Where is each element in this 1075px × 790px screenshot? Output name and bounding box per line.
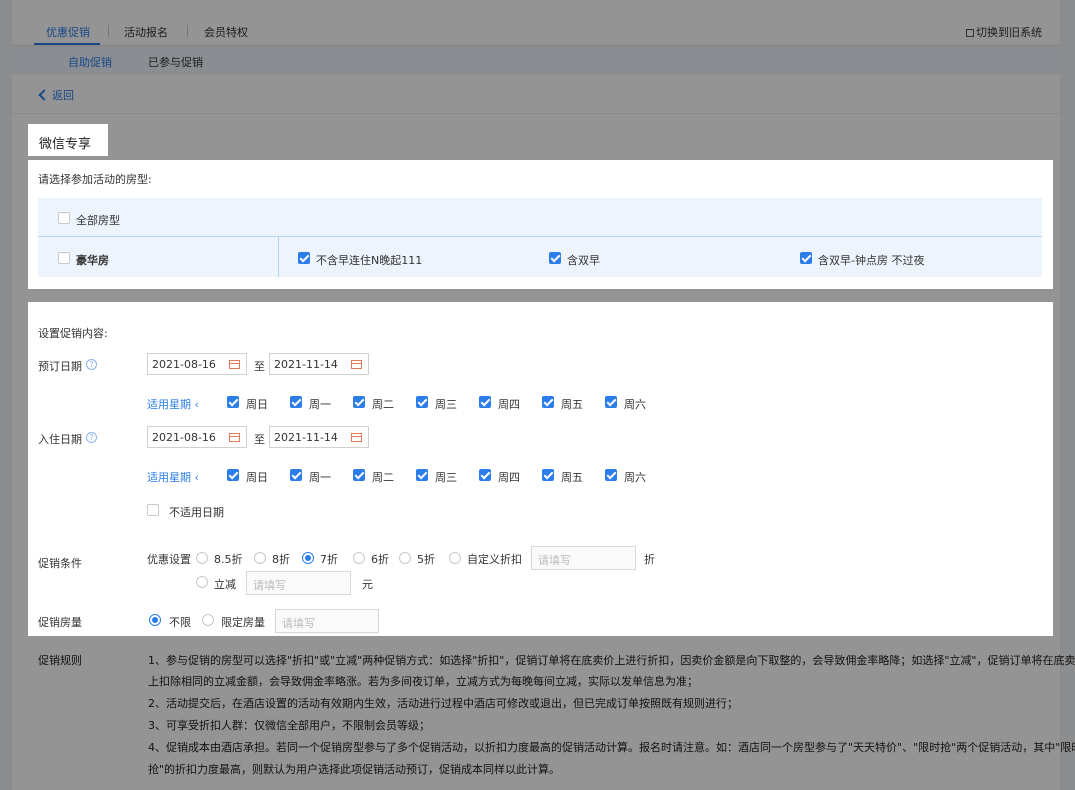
weekday-checkbox[interactable] [416, 396, 428, 408]
exclude-dates-label: 不适用日期 [169, 506, 224, 519]
limited-radio[interactable] [202, 614, 214, 626]
divider [278, 237, 279, 277]
reduce-label: 立减 [214, 578, 236, 591]
room-type-label: 请选择参加活动的房型: [38, 173, 152, 186]
weekday-label: 周四 [498, 398, 520, 411]
to-label: 至 [254, 433, 265, 446]
booking-date-label: 预订日期 [38, 360, 82, 373]
checkin-date-label: 入住日期 [38, 433, 82, 446]
weekday-checkbox[interactable] [353, 469, 365, 481]
weekday-checkbox[interactable] [290, 396, 302, 408]
weekday-checkbox[interactable] [605, 396, 617, 408]
weekday-checkbox[interactable] [290, 469, 302, 481]
custom-discount-input[interactable]: 请填写 [531, 546, 636, 570]
room-name: 豪华房 [76, 254, 109, 267]
discount-radio[interactable] [449, 552, 461, 564]
weekday-checkbox[interactable] [542, 469, 554, 481]
discount-option-label: 自定义折扣 [467, 553, 522, 566]
room-type-box: 全部房型 豪华房 不含早连住N晚起111 含双早 含双早-钟点房 不过夜 [38, 198, 1042, 277]
weekday-checkbox[interactable] [605, 469, 617, 481]
weekday-checkbox[interactable] [479, 469, 491, 481]
weekday-label: 周日 [246, 398, 268, 411]
discount-option-label: 7折 [320, 553, 338, 566]
reduce-amount-input[interactable]: 请填写 [246, 571, 351, 595]
weekday-label: 周一 [309, 398, 331, 411]
booking-end-date[interactable]: 2021-11-14 [269, 353, 369, 375]
discount-option-label: 5折 [417, 553, 435, 566]
rate-checkbox[interactable] [549, 252, 561, 264]
weekday-label: 周三 [435, 471, 457, 484]
weekday-toggle[interactable]: 适用星期 ‹ [147, 396, 199, 412]
weekday-checkbox[interactable] [227, 469, 239, 481]
zhe-unit: 折 [644, 553, 655, 566]
yuan-unit: 元 [362, 578, 373, 591]
rate-label: 不含早连住N晚起111 [316, 254, 423, 267]
date-value: 2021-08-16 [152, 431, 216, 444]
rate-label: 含双早-钟点房 不过夜 [818, 254, 925, 267]
rate-label: 含双早 [567, 254, 600, 267]
date-value: 2021-08-16 [152, 358, 216, 371]
all-rooms-label: 全部房型 [76, 214, 120, 227]
date-value: 2021-11-14 [274, 431, 338, 444]
calendar-icon [229, 433, 240, 442]
rate-checkbox[interactable] [298, 252, 310, 264]
weekday-label: 周四 [498, 471, 520, 484]
discount-option-label: 6折 [371, 553, 389, 566]
all-rooms-checkbox[interactable] [58, 212, 70, 224]
calendar-icon [229, 360, 240, 369]
discount-option-label: 8.5折 [214, 553, 243, 566]
weekday-checkbox[interactable] [353, 396, 365, 408]
weekday-checkbox[interactable] [542, 396, 554, 408]
weekday-label: 周六 [624, 398, 646, 411]
unlimited-label: 不限 [169, 616, 191, 629]
discount-option-label: 8折 [272, 553, 290, 566]
weekday-label: 适用星期 [147, 398, 191, 411]
room-type-panel: 请选择参加活动的房型: 全部房型 豪华房 不含早连住N晚起111 含双早 含双早… [28, 160, 1053, 289]
weekday-label: 周二 [372, 398, 394, 411]
room-qty-input[interactable]: 请填写 [275, 609, 379, 633]
condition-label: 促销条件 [38, 557, 82, 570]
calendar-icon [351, 360, 362, 369]
discount-setting-label: 优惠设置 [147, 553, 191, 566]
weekday-checkbox[interactable] [416, 469, 428, 481]
weekday-label: 周一 [309, 471, 331, 484]
weekday-label: 周日 [246, 471, 268, 484]
calendar-icon [351, 433, 362, 442]
promo-title: 微信专享 [28, 124, 108, 156]
help-icon[interactable]: ? [86, 432, 97, 443]
discount-radio[interactable] [353, 552, 365, 564]
limited-label: 限定房量 [221, 616, 265, 629]
discount-radio[interactable] [302, 552, 314, 564]
date-value: 2021-11-14 [274, 358, 338, 371]
unlimited-radio[interactable] [149, 614, 161, 626]
discount-radio[interactable] [399, 552, 411, 564]
checkin-end-date[interactable]: 2021-11-14 [269, 426, 369, 448]
help-icon[interactable]: ? [86, 359, 97, 370]
weekday-label: 周三 [435, 398, 457, 411]
rate-checkbox[interactable] [800, 252, 812, 264]
weekday-label: 周二 [372, 471, 394, 484]
discount-radio[interactable] [254, 552, 266, 564]
booking-start-date[interactable]: 2021-08-16 [147, 353, 247, 375]
reduce-radio[interactable] [196, 576, 208, 588]
weekday-toggle[interactable]: 适用星期 ‹ [147, 469, 199, 485]
exclude-dates-checkbox[interactable] [147, 504, 159, 516]
checkin-start-date[interactable]: 2021-08-16 [147, 426, 247, 448]
weekday-label: 适用星期 [147, 471, 191, 484]
weekday-label: 周五 [561, 398, 583, 411]
weekday-label: 周五 [561, 471, 583, 484]
discount-radio[interactable] [196, 552, 208, 564]
weekday-label: 周六 [624, 471, 646, 484]
divider [38, 236, 1042, 237]
weekday-checkbox[interactable] [479, 396, 491, 408]
promo-content-panel: 设置促销内容: 预订日期 ? 2021-08-16 至 2021-11-14 适… [28, 302, 1053, 636]
to-label: 至 [254, 360, 265, 373]
weekday-checkbox[interactable] [227, 396, 239, 408]
room-checkbox[interactable] [58, 252, 70, 264]
room-qty-label: 促销房量 [38, 616, 82, 629]
content-label: 设置促销内容: [38, 327, 108, 340]
